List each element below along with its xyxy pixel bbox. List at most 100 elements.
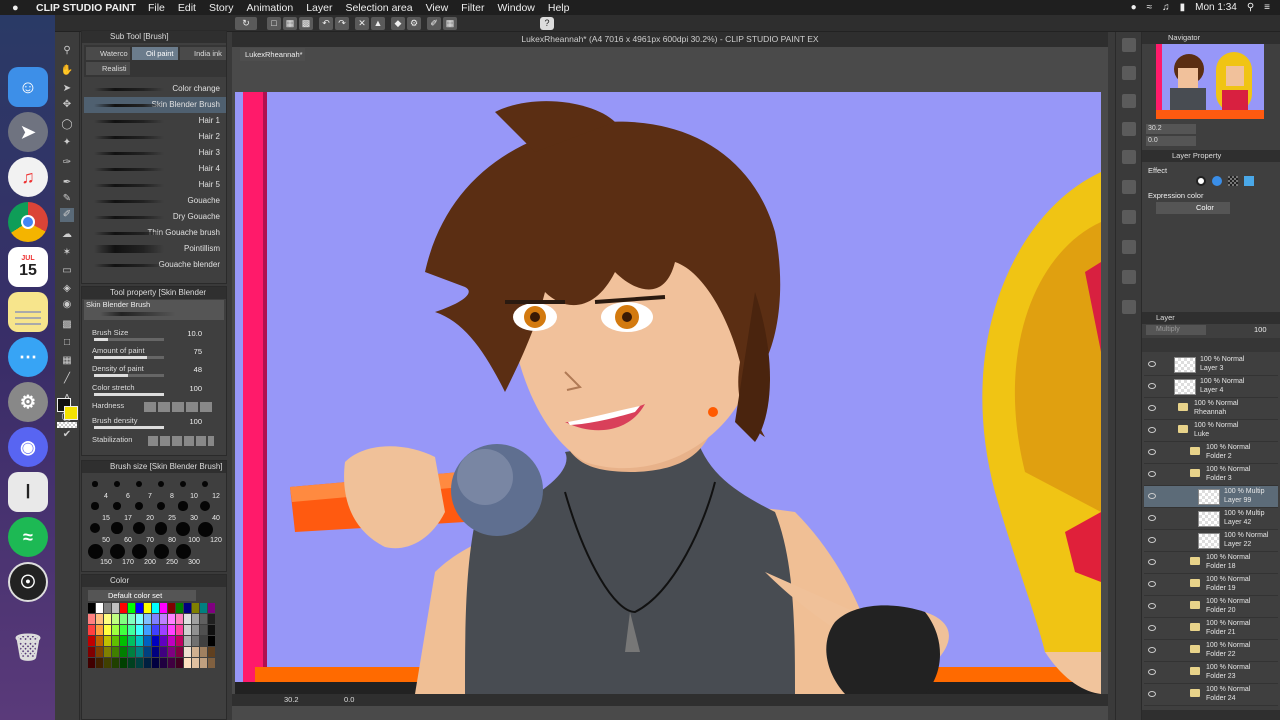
color-swatch[interactable] — [88, 636, 95, 646]
layer-row[interactable]: 100 % Normal Folder 23 — [1144, 662, 1278, 684]
eyedropper-tool-icon[interactable]: ✑ — [60, 156, 74, 170]
color-swatch[interactable] — [104, 614, 111, 624]
layer-row[interactable]: 100 % Normal Folder 19 — [1144, 574, 1278, 596]
ruler-tool-icon[interactable]: ╱ — [60, 372, 74, 386]
brush-size-option[interactable]: 250 — [150, 544, 178, 566]
sub-color-swatch[interactable] — [64, 406, 78, 420]
gradient-tool-icon[interactable]: ▩ — [60, 318, 74, 332]
color-swatch[interactable] — [208, 625, 215, 635]
zoom-tool-icon[interactable]: ⚲ — [60, 44, 74, 58]
save-icon[interactable]: ▩ — [299, 17, 313, 30]
color-swatch[interactable] — [128, 636, 135, 646]
menu-selection-area[interactable]: Selection area — [345, 2, 412, 14]
brush-hair-2[interactable]: Hair 2 — [84, 129, 226, 145]
material-icon[interactable] — [1122, 240, 1136, 254]
visibility-eye-icon[interactable] — [1148, 559, 1156, 565]
color-swatch[interactable] — [152, 636, 159, 646]
color-swatch[interactable] — [136, 614, 143, 624]
layer-row[interactable]: 100 % Normal Rheannah — [1144, 398, 1278, 420]
apple-menu-icon[interactable]: ● — [12, 2, 26, 14]
color-swatch[interactable] — [128, 647, 135, 657]
effect-border-icon[interactable] — [1196, 176, 1206, 186]
layer-row[interactable]: 100 % Normal Folder 3 — [1144, 464, 1278, 486]
color-swatch[interactable] — [168, 636, 175, 646]
brush-size-option[interactable]: 300 — [172, 544, 200, 566]
discord-icon[interactable]: ◉ — [8, 427, 48, 467]
fill-icon[interactable]: ◆ — [391, 17, 405, 30]
brush-size-option[interactable]: 170 — [106, 544, 134, 566]
prop-brush-size[interactable]: Brush Size 10.0 — [92, 328, 220, 344]
menu-file[interactable]: File — [148, 2, 165, 14]
color-swatch[interactable] — [176, 647, 183, 657]
color-swatch[interactable] — [88, 625, 95, 635]
stabilization-steps[interactable] — [148, 436, 214, 446]
material-icon[interactable] — [1122, 270, 1136, 284]
color-swatch[interactable] — [168, 647, 175, 657]
color-swatch[interactable] — [144, 614, 151, 624]
brush-size-option[interactable]: 200 — [128, 544, 156, 566]
material-icon[interactable] — [1122, 66, 1136, 80]
menu-view[interactable]: View — [426, 2, 449, 14]
color-swatch[interactable] — [112, 658, 119, 668]
color-swatch[interactable] — [152, 647, 159, 657]
messages-icon[interactable]: ⋯ — [8, 337, 48, 377]
auto-select-tool-icon[interactable]: ✦ — [60, 136, 74, 150]
layer-row[interactable]: 100 % Multip Layer 42 — [1144, 508, 1278, 530]
prop-brush-density[interactable]: Brush density 100 — [92, 416, 220, 432]
brush-size-option[interactable]: 25 — [150, 500, 176, 522]
visibility-eye-icon[interactable] — [1148, 405, 1156, 411]
settings-icon[interactable]: ⚙ — [407, 17, 421, 30]
color-swatch[interactable] — [192, 647, 199, 657]
move-tool-icon[interactable]: ✥ — [60, 98, 74, 112]
correct-line-tool-icon[interactable]: ✔ — [60, 428, 74, 442]
tab-oil-paint[interactable]: Oil paint — [132, 47, 178, 60]
color-swatch[interactable] — [152, 625, 159, 635]
visibility-eye-icon[interactable] — [1148, 383, 1156, 389]
color-swatch[interactable] — [200, 647, 207, 657]
navigator-preview[interactable] — [1156, 44, 1264, 119]
clip-studio-logo-icon[interactable]: ↻ — [235, 17, 257, 30]
selection-tool-icon[interactable]: ◯ — [60, 118, 74, 132]
color-swatch[interactable] — [144, 625, 151, 635]
color-swatch[interactable] — [112, 603, 119, 613]
color-swatch[interactable] — [168, 658, 175, 668]
chrome-icon[interactable] — [8, 202, 48, 242]
layer-row[interactable]: 100 % Normal Luke — [1144, 420, 1278, 442]
itunes-icon[interactable]: ♫ — [8, 157, 48, 197]
color-swatch[interactable] — [176, 658, 183, 668]
redo-icon[interactable]: ↷ — [335, 17, 349, 30]
color-swatch[interactable] — [104, 625, 111, 635]
clip-studio-icon[interactable]: ا — [8, 472, 48, 512]
material-icon[interactable] — [1122, 180, 1136, 194]
brush-size-option[interactable]: 12 — [194, 478, 220, 500]
operation-tool-icon[interactable]: ➤ — [60, 82, 74, 96]
color-swatch[interactable] — [88, 603, 95, 613]
color-swatch[interactable] — [184, 603, 191, 613]
expression-color-dropdown[interactable]: Color — [1156, 202, 1230, 214]
color-swatch[interactable] — [112, 636, 119, 646]
calendar-icon[interactable]: JUL 15 — [8, 247, 48, 287]
brush-color-change[interactable]: Color change — [84, 81, 226, 97]
airbrush-tool-icon[interactable]: ☁ — [60, 228, 74, 242]
clear-icon[interactable]: ✕ — [355, 17, 369, 30]
visibility-eye-icon[interactable] — [1148, 449, 1156, 455]
color-swatch[interactable] — [128, 614, 135, 624]
brush-hair-3[interactable]: Hair 3 — [84, 145, 226, 161]
menu-animation[interactable]: Animation — [246, 2, 293, 14]
color-swatch[interactable] — [120, 636, 127, 646]
color-swatch[interactable] — [104, 658, 111, 668]
layer-row[interactable]: 100 % Normal Folder 22 — [1144, 640, 1278, 662]
brush-size-option[interactable]: 60 — [106, 522, 132, 544]
color-swatch[interactable] — [160, 636, 167, 646]
color-swatch[interactable] — [112, 647, 119, 657]
navigator-rotation[interactable]: 0.0 — [1146, 136, 1196, 146]
color-swatch[interactable] — [136, 625, 143, 635]
eraser-tool-icon[interactable]: ▭ — [60, 264, 74, 278]
brush-size-option[interactable]: 15 — [84, 500, 110, 522]
brush-hair-5[interactable]: Hair 5 — [84, 177, 226, 193]
color-swatch[interactable] — [200, 603, 207, 613]
effect-tone-icon[interactable] — [1212, 176, 1222, 186]
color-swatch[interactable] — [152, 603, 159, 613]
brush-size-option[interactable]: 150 — [84, 544, 112, 566]
color-swatch[interactable] — [192, 636, 199, 646]
